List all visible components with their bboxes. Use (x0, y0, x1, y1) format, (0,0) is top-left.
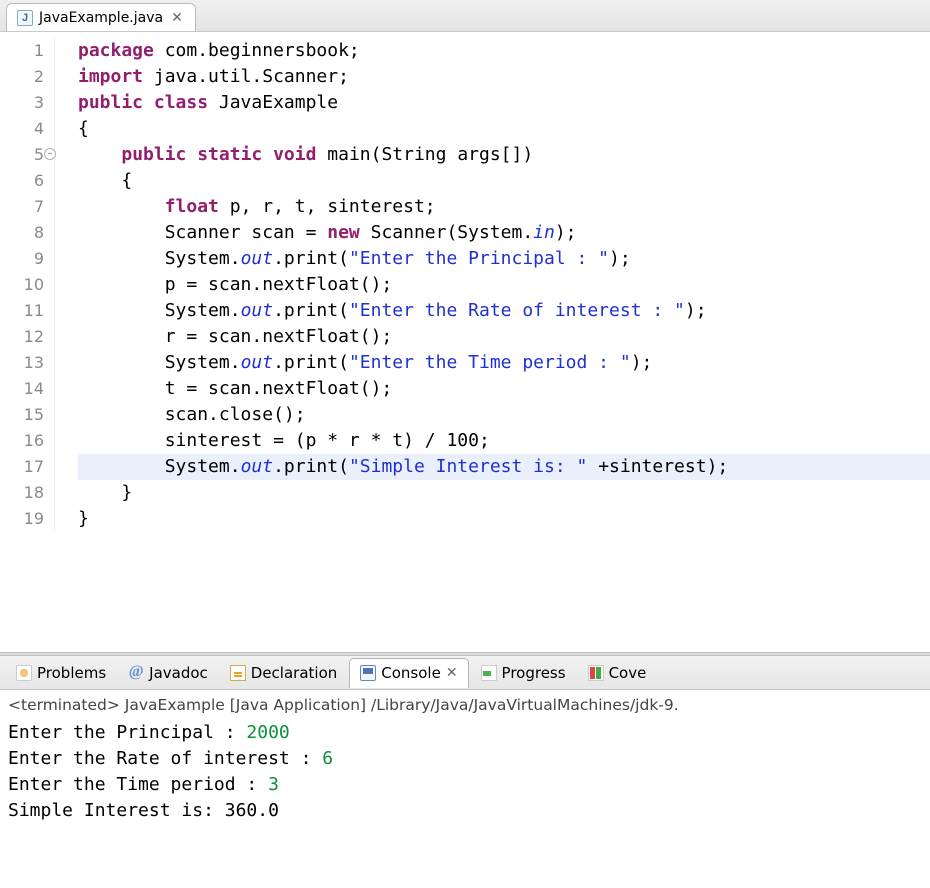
code-line[interactable]: Scanner scan = new Scanner(System.in); (78, 220, 930, 246)
console-icon (360, 665, 376, 681)
code-line[interactable]: t = scan.nextFloat(); (78, 376, 930, 402)
view-label: Declaration (251, 664, 337, 682)
javadoc-icon: @ (128, 665, 144, 681)
close-icon[interactable]: ✕ (446, 665, 458, 681)
fold-column (54, 38, 70, 532)
editor-tab-javaexample[interactable]: J JavaExample.java ✕ (6, 3, 196, 31)
coverage-icon (588, 665, 604, 681)
code-line[interactable]: public class JavaExample (78, 90, 930, 116)
code-line[interactable]: } (78, 506, 930, 532)
view-label: Cove (609, 664, 647, 682)
line-number-gutter: 12345–678910111213141516171819 (0, 38, 54, 532)
code-line[interactable]: public static void main(String args[]) (78, 142, 930, 168)
editor-tab-bar: J JavaExample.java ✕ (0, 0, 930, 32)
code-line[interactable]: p = scan.nextFloat(); (78, 272, 930, 298)
code-line[interactable]: System.out.print("Enter the Time period … (78, 350, 930, 376)
console-line: Enter the Rate of interest : 6 (8, 746, 922, 772)
editor-tab-label: JavaExample.java (39, 10, 163, 26)
code-line[interactable]: System.out.print("Enter the Rate of inte… (78, 298, 930, 324)
code-line[interactable]: sinterest = (p * r * t) / 100; (78, 428, 930, 454)
code-content[interactable]: package com.beginnersbook;import java.ut… (70, 38, 930, 532)
view-tab-console[interactable]: Console ✕ (349, 658, 468, 688)
code-line[interactable]: import java.util.Scanner; (78, 64, 930, 90)
view-tab-coverage[interactable]: Cove (578, 658, 657, 688)
view-label: Javadoc (149, 664, 208, 682)
view-tab-declaration[interactable]: Declaration (220, 658, 347, 688)
code-line[interactable]: } (78, 480, 930, 506)
console-line: Simple Interest is: 360.0 (8, 798, 922, 824)
java-file-icon: J (17, 10, 33, 26)
progress-icon (481, 665, 497, 681)
code-line[interactable]: scan.close(); (78, 402, 930, 428)
close-icon[interactable]: ✕ (169, 10, 185, 26)
console-line: Enter the Time period : 3 (8, 772, 922, 798)
view-label: Console (381, 664, 441, 682)
view-label: Progress (502, 664, 566, 682)
code-line[interactable]: r = scan.nextFloat(); (78, 324, 930, 350)
console-status-line: <terminated> JavaExample [Java Applicati… (8, 692, 922, 720)
code-line[interactable]: System.out.print("Enter the Principal : … (78, 246, 930, 272)
views-tab-bar: Problems @ Javadoc Declaration Console ✕… (0, 656, 930, 690)
view-tab-progress[interactable]: Progress (471, 658, 576, 688)
declaration-icon (230, 665, 246, 681)
view-tab-problems[interactable]: Problems (6, 658, 116, 688)
fold-toggle-icon[interactable]: – (44, 148, 56, 160)
view-tab-javadoc[interactable]: @ Javadoc (118, 658, 218, 688)
code-line[interactable]: { (78, 116, 930, 142)
console-view: <terminated> JavaExample [Java Applicati… (0, 690, 930, 830)
console-line: Enter the Principal : 2000 (8, 720, 922, 746)
view-label: Problems (37, 664, 106, 682)
editor-area: J JavaExample.java ✕ 12345–6789101112131… (0, 0, 930, 532)
code-line[interactable]: System.out.print("Simple Interest is: " … (78, 454, 930, 480)
code-line[interactable]: float p, r, t, sinterest; (78, 194, 930, 220)
code-pane[interactable]: 12345–678910111213141516171819 package c… (0, 32, 930, 532)
problems-icon (16, 665, 32, 681)
console-output[interactable]: Enter the Principal : 2000Enter the Rate… (8, 720, 922, 824)
code-line[interactable]: { (78, 168, 930, 194)
code-line[interactable]: package com.beginnersbook; (78, 38, 930, 64)
